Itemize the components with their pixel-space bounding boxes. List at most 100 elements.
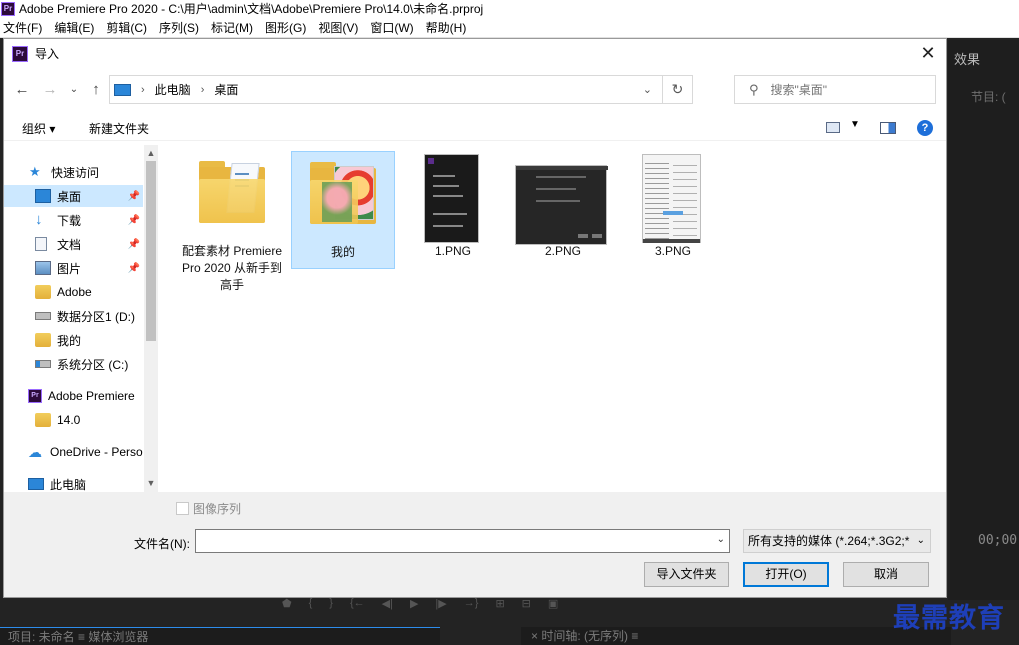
project-panel-tab[interactable]: 项目: 未命名 ≡ 媒体浏览器: [0, 627, 440, 645]
sidebar-item-drive-d[interactable]: 数据分区1 (D:): [4, 305, 143, 327]
play-icon[interactable]: ▶: [410, 597, 418, 613]
view-chevron-down-icon[interactable]: ▼: [850, 119, 860, 130]
sidebar-item-this-pc[interactable]: 此电脑: [4, 473, 143, 492]
pin-icon[interactable]: 📌: [128, 239, 140, 250]
app-title: Adobe Premiere Pro 2020 - C:\用户\admin\文档…: [19, 2, 484, 16]
out-point-icon[interactable]: }: [329, 597, 333, 613]
pin-icon[interactable]: 📌: [128, 215, 140, 226]
checkbox-icon[interactable]: [176, 502, 189, 515]
sidebar-item-label: 系统分区 (C:): [57, 357, 129, 372]
pin-icon[interactable]: 📌: [128, 191, 140, 202]
close-button[interactable]: ✕: [918, 43, 938, 63]
forward-arrow-icon[interactable]: →: [40, 80, 60, 100]
program-monitor-tab[interactable]: 节目: (: [971, 88, 1006, 105]
sidebar-item-documents[interactable]: 文档 📌: [4, 233, 143, 255]
folder-icon: [35, 285, 51, 299]
import-folder-button[interactable]: 导入文件夹: [644, 562, 729, 587]
chevron-right-icon[interactable]: ›: [201, 84, 205, 96]
go-to-out-icon[interactable]: →}: [464, 597, 479, 613]
sidebar-scrollbar[interactable]: ▲ ▼: [144, 145, 158, 492]
system-drive-icon: [35, 360, 51, 368]
menu-graphics[interactable]: 图形(G): [259, 19, 312, 36]
back-arrow-icon[interactable]: ←: [12, 80, 32, 100]
breadcrumb-this-pc[interactable]: 此电脑: [155, 81, 191, 98]
sidebar-item-label: 图片: [57, 261, 82, 276]
go-to-in-icon[interactable]: {←: [350, 597, 365, 613]
file-item-3-png[interactable]: 3.PNG: [621, 151, 725, 261]
chevron-down-icon[interactable]: ⌄: [643, 83, 652, 96]
new-folder-button[interactable]: 新建文件夹: [89, 120, 149, 137]
refresh-button[interactable]: ↻: [662, 76, 692, 103]
menu-view[interactable]: 视图(V): [312, 19, 364, 36]
file-item-label: 1.PNG: [434, 244, 471, 258]
sidebar-item-onedrive[interactable]: ☁ OneDrive - Perso: [4, 441, 143, 463]
breadcrumb-desktop[interactable]: 桌面: [214, 81, 238, 98]
scroll-up-icon[interactable]: ▲: [144, 146, 158, 160]
sidebar-item-desktop[interactable]: 桌面 📌: [4, 185, 143, 207]
cancel-button[interactable]: 取消: [843, 562, 929, 587]
file-type-filter[interactable]: 所有支持的媒体 (*.264;*.3G2;* ⌄: [743, 529, 931, 553]
file-item-mine-folder[interactable]: 我的: [291, 151, 395, 269]
preview-pane-button[interactable]: [880, 122, 896, 134]
effects-tab[interactable]: 效果: [954, 49, 980, 68]
sidebar-item-label: 此电脑: [50, 477, 87, 492]
app-titlebar: Pr Adobe Premiere Pro 2020 - C:\用户\admin…: [0, 0, 1019, 17]
file-item-label: 2.PNG: [544, 244, 581, 258]
file-item-1-png[interactable]: 1.PNG: [401, 151, 505, 261]
refresh-icon: ↻: [671, 81, 684, 97]
menu-clip[interactable]: 剪辑(C): [100, 19, 153, 36]
navigation-row: ← → ⌄ ↑ › 此电脑 › 桌面 ⌄ ↻ ⚲: [4, 75, 946, 105]
change-view-button[interactable]: [826, 122, 840, 133]
menu-help[interactable]: 帮助(H): [420, 19, 473, 36]
sidebar-item-pictures[interactable]: 图片 📌: [4, 257, 143, 279]
step-back-icon[interactable]: ◀|: [382, 597, 393, 613]
folder-icon: [310, 162, 376, 224]
step-forward-icon[interactable]: |▶: [435, 597, 446, 613]
help-button[interactable]: ?: [917, 120, 933, 136]
marker-icon[interactable]: ⬟: [282, 597, 292, 613]
recent-chevron-icon[interactable]: ⌄: [64, 80, 84, 100]
file-item-label: 配套素材 Premiere Pro 2020 从新手到高手: [181, 244, 283, 292]
computer-icon: [114, 83, 131, 96]
sidebar-item-mine[interactable]: 我的: [4, 329, 143, 351]
desktop-icon: [35, 189, 51, 203]
sidebar-item-14-0[interactable]: 14.0: [4, 409, 143, 431]
chevron-down-icon[interactable]: ⌄: [717, 534, 725, 545]
address-bar[interactable]: › 此电脑 › 桌面 ⌄ ↻: [109, 75, 693, 104]
up-arrow-icon[interactable]: ↑: [86, 80, 106, 100]
pin-icon[interactable]: 📌: [128, 263, 140, 274]
file-item-materials-folder[interactable]: 配套素材 Premiere Pro 2020 从新手到高手: [180, 151, 284, 292]
file-type-filter-value: 所有支持的媒体 (*.264;*.3G2;*: [748, 534, 910, 548]
import-dialog: Pr 导入 ✕ ← → ⌄ ↑ › 此电脑 › 桌面 ⌄ ↻ ⚲ 组织 ▾ 新建…: [3, 38, 947, 598]
overwrite-icon[interactable]: ⊟: [522, 597, 531, 613]
file-item-2-png[interactable]: 2.PNG: [511, 151, 615, 261]
dialog-titlebar: Pr 导入 ✕: [4, 39, 946, 68]
menu-window[interactable]: 窗口(W): [364, 19, 419, 36]
scroll-down-icon[interactable]: ▼: [144, 476, 158, 490]
sidebar-item-label: 快速访问: [51, 165, 100, 180]
sidebar-item-adobe[interactable]: Adobe: [4, 281, 143, 303]
search-box[interactable]: ⚲: [734, 75, 936, 104]
menu-file[interactable]: 文件(F): [0, 19, 48, 36]
chevron-right-icon[interactable]: ›: [141, 84, 145, 96]
menu-sequence[interactable]: 序列(S): [153, 19, 205, 36]
navigation-pane: ★ 快速访问 桌面 📌 ↓ 下载 📌 文档 📌 图片 📌 Adobe 数据分区1…: [4, 145, 159, 492]
filename-field[interactable]: ⌄: [195, 529, 730, 553]
export-frame-icon[interactable]: ▣: [548, 597, 558, 613]
open-button[interactable]: 打开(O): [743, 562, 829, 587]
organize-menu[interactable]: 组织 ▾: [22, 120, 55, 137]
in-point-icon[interactable]: {: [309, 597, 313, 613]
sidebar-item-drive-c[interactable]: 系统分区 (C:): [4, 353, 143, 375]
menu-edit[interactable]: 编辑(E): [48, 19, 100, 36]
program-timecode: 00;00;: [978, 533, 1019, 548]
sidebar-item-downloads[interactable]: ↓ 下载 📌: [4, 209, 143, 231]
sidebar-item-adobe-premiere[interactable]: Pr Adobe Premiere: [4, 385, 143, 407]
scrollbar-thumb[interactable]: [146, 161, 156, 341]
image-thumbnail: [515, 165, 608, 245]
timeline-panel-tab[interactable]: × 时间轴: (无序列) ≡: [521, 627, 951, 645]
search-input[interactable]: [770, 82, 921, 97]
image-sequence-checkbox[interactable]: 图像序列: [176, 500, 241, 517]
sidebar-item-quick-access[interactable]: ★ 快速访问: [4, 161, 143, 183]
menu-marker[interactable]: 标记(M): [205, 19, 259, 36]
insert-icon[interactable]: ⊞: [495, 597, 504, 613]
